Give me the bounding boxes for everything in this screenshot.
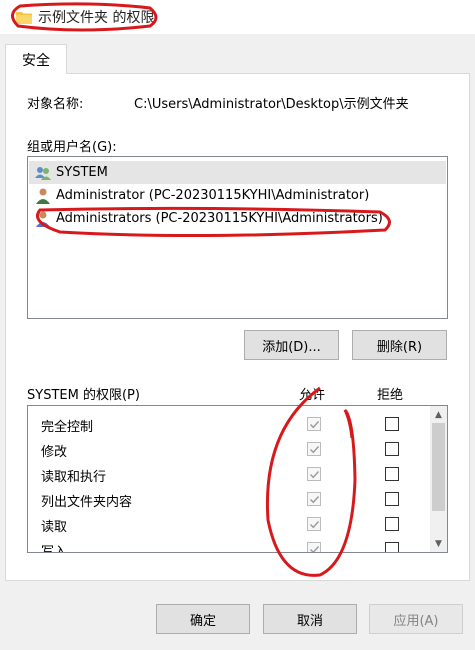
ok-button[interactable]: 确定	[156, 604, 250, 634]
folder-icon	[16, 12, 32, 24]
check-icon	[310, 471, 320, 479]
allow-checkbox[interactable]	[307, 492, 321, 506]
check-icon	[310, 446, 320, 454]
permission-row: 写入	[28, 537, 430, 553]
allow-checkbox[interactable]	[307, 442, 321, 456]
scroll-up-icon[interactable]: ▲	[430, 406, 447, 423]
deny-checkbox[interactable]	[385, 442, 399, 456]
cancel-button[interactable]: 取消	[263, 604, 357, 634]
permission-name: 完全控制	[41, 420, 94, 435]
permission-name: 读取	[41, 520, 68, 535]
permission-row: 读取	[28, 512, 430, 537]
user-icon	[36, 188, 50, 204]
title-bar: 示例文件夹 的权限	[0, 0, 475, 34]
allow-checkbox[interactable]	[307, 417, 321, 431]
permissions-list[interactable]: 完全控制 修改 读取和执行 列出文件夹内容 读取 写入 ▲ ▼	[27, 405, 448, 553]
allow-checkbox[interactable]	[307, 467, 321, 481]
permission-name: 读取和执行	[41, 470, 107, 485]
object-name-value: C:\Users\Administrator\Desktop\示例文件夹	[134, 97, 409, 112]
user-name: Administrator (PC-20230115KYHI\Administr…	[56, 188, 370, 203]
permission-name: 列出文件夹内容	[41, 495, 133, 510]
list-item-administrator[interactable]: Administrator (PC-20230115KYHI\Administr…	[29, 184, 446, 207]
permission-name: 修改	[41, 445, 68, 460]
permission-row: 列出文件夹内容	[28, 487, 430, 512]
deny-checkbox[interactable]	[385, 417, 399, 431]
group-user-label: 组或用户名(G):	[27, 140, 117, 155]
deny-checkbox[interactable]	[385, 492, 399, 506]
check-icon	[310, 521, 320, 529]
group-icon	[36, 211, 50, 227]
permission-row: 读取和执行	[28, 462, 430, 487]
allow-checkbox[interactable]	[307, 542, 321, 552]
allow-column-header: 允许	[299, 388, 326, 403]
remove-button[interactable]: 删除(R)	[352, 330, 447, 360]
deny-checkbox[interactable]	[385, 542, 399, 552]
permissions-dialog: 示例文件夹 的权限 安全 对象名称: C:\Users\Administrato…	[0, 0, 475, 650]
permissions-title: SYSTEM 的权限(P)	[27, 388, 140, 403]
add-button[interactable]: 添加(D)...	[244, 330, 339, 360]
permissions-scrollbar[interactable]: ▲ ▼	[430, 406, 447, 552]
allow-checkbox[interactable]	[307, 517, 321, 531]
system-users-icon	[35, 166, 51, 180]
check-icon	[310, 546, 320, 552]
object-name-label: 对象名称:	[27, 97, 84, 112]
tab-security[interactable]: 安全	[5, 44, 67, 74]
check-icon	[310, 496, 320, 504]
apply-button[interactable]: 应用(A)	[369, 604, 463, 634]
permission-name: 写入	[41, 545, 68, 553]
list-item-system[interactable]: SYSTEM	[29, 161, 446, 184]
group-user-list[interactable]: SYSTEM Administrator (PC-20230115KYHI\Ad…	[27, 156, 448, 319]
user-name: SYSTEM	[56, 165, 108, 180]
deny-checkbox[interactable]	[385, 517, 399, 531]
deny-checkbox[interactable]	[385, 467, 399, 481]
deny-column-header: 拒绝	[377, 388, 404, 403]
list-item-administrators[interactable]: Administrators (PC-20230115KYHI\Administ…	[29, 207, 446, 230]
permission-row: 完全控制	[28, 412, 430, 437]
permission-row: 修改	[28, 437, 430, 462]
scroll-down-icon[interactable]: ▼	[430, 535, 447, 552]
check-icon	[310, 421, 320, 429]
scroll-thumb[interactable]	[432, 423, 445, 511]
user-name: Administrators (PC-20230115KYHI\Administ…	[56, 211, 383, 226]
window-title: 示例文件夹 的权限	[38, 10, 155, 26]
